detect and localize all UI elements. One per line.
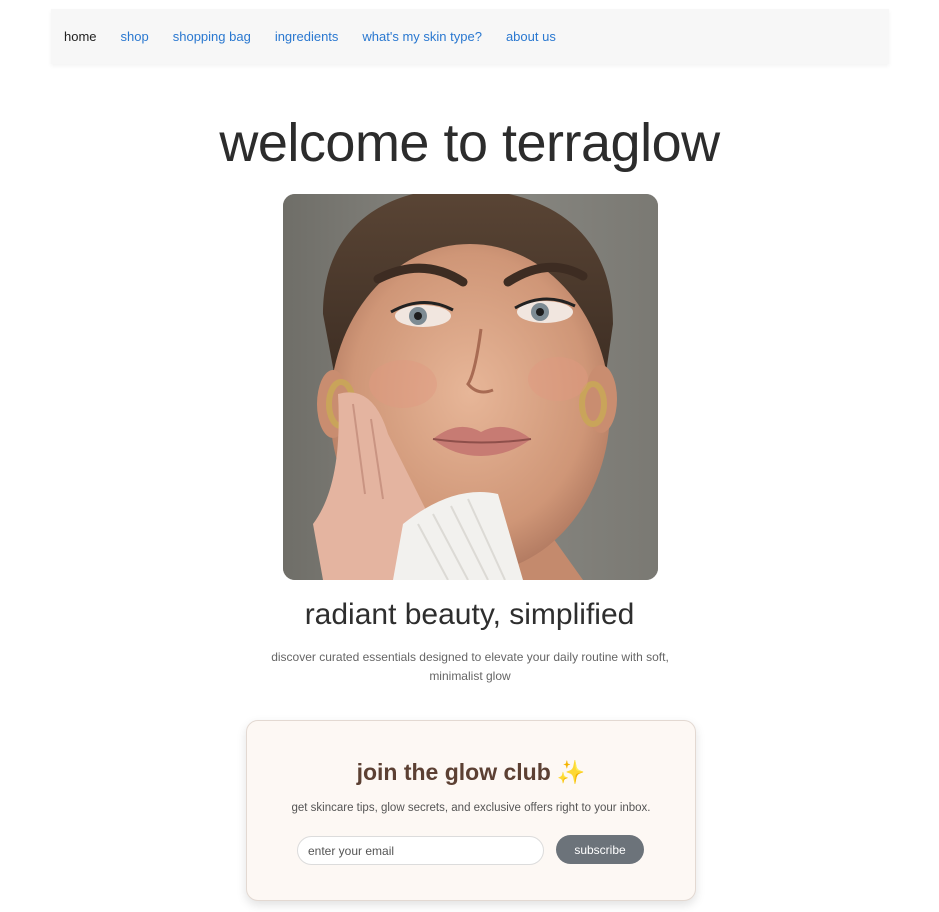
page: home shop shopping bag ingredients what'…	[0, 0, 939, 912]
nav-home[interactable]: home	[64, 29, 97, 44]
nav-skin-type[interactable]: what's my skin type?	[362, 29, 482, 44]
newsletter-title-text: join the glow club	[356, 759, 551, 785]
newsletter-title: join the glow club ✨	[247, 759, 695, 786]
nav-about-us[interactable]: about us	[506, 29, 556, 44]
email-input[interactable]	[297, 836, 544, 865]
tagline: radiant beauty, simplified	[304, 598, 635, 631]
nav-shopping-bag[interactable]: shopping bag	[173, 29, 251, 44]
page-title: welcome to terraglow	[219, 113, 720, 173]
newsletter-description: get skincare tips, glow secrets, and exc…	[291, 802, 651, 814]
portrait-photo-icon	[283, 194, 658, 580]
nav-ingredients[interactable]: ingredients	[275, 29, 339, 44]
subscribe-button[interactable]: subscribe	[556, 835, 644, 864]
hero-description: discover curated essentials designed to …	[271, 650, 669, 683]
top-navbar: home shop shopping bag ingredients what'…	[51, 9, 889, 64]
sparkle-icon: ✨	[556, 759, 586, 785]
hero-portrait-image	[283, 194, 658, 580]
newsletter-card: join the glow club ✨ get skincare tips, g…	[246, 720, 696, 901]
nav-shop[interactable]: shop	[121, 29, 149, 44]
